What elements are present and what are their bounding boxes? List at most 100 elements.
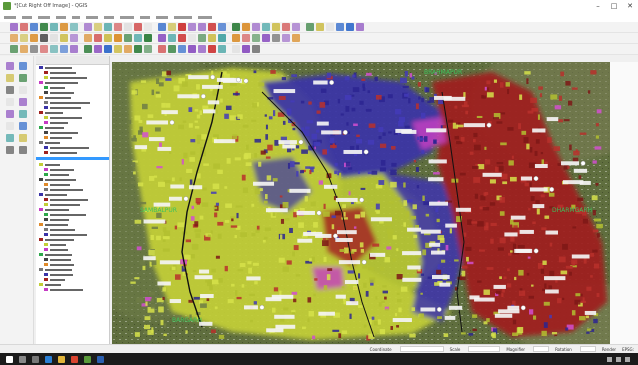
menu-item[interactable]	[198, 15, 212, 19]
scale-field[interactable]	[468, 346, 501, 352]
toolbar-button[interactable]	[40, 45, 48, 53]
toolbar-button[interactable]	[242, 23, 250, 31]
menu-item[interactable]	[104, 15, 114, 19]
toolbar-button[interactable]	[208, 34, 216, 42]
toolbar-button[interactable]	[10, 34, 18, 42]
toolbar-button[interactable]	[20, 45, 28, 53]
toolbar-button[interactable]	[70, 23, 78, 31]
left-toolbar-button[interactable]	[6, 74, 14, 82]
toolbar-button[interactable]	[198, 34, 206, 42]
toolbar-button[interactable]	[50, 34, 58, 42]
toolbar-button[interactable]	[356, 23, 364, 31]
left-toolbar-button[interactable]	[6, 86, 14, 94]
toolbar-button[interactable]	[30, 23, 38, 31]
layer-row[interactable]	[36, 287, 109, 292]
toolbar-button[interactable]	[124, 45, 132, 53]
toolbar-button[interactable]	[40, 23, 48, 31]
toolbar-button[interactable]	[232, 23, 240, 31]
toolbar-button[interactable]	[208, 23, 216, 31]
toolbar-button[interactable]	[252, 45, 260, 53]
toolbar-button[interactable]	[198, 23, 206, 31]
toolbar-button[interactable]	[158, 45, 166, 53]
toolbar-button[interactable]	[104, 23, 112, 31]
toolbar-button[interactable]	[242, 34, 250, 42]
layer-row[interactable]	[36, 150, 109, 155]
toolbar-button[interactable]	[94, 45, 102, 53]
toolbar-button[interactable]	[336, 23, 344, 31]
toolbar-button[interactable]	[252, 23, 260, 31]
toolbar-button[interactable]	[188, 34, 196, 42]
toolbar-button[interactable]	[262, 23, 270, 31]
toolbar-button[interactable]	[60, 23, 68, 31]
toolbar-button[interactable]	[306, 23, 314, 31]
left-toolbar-button[interactable]	[19, 110, 27, 118]
toolbar-button[interactable]	[30, 34, 38, 42]
toolbar-button[interactable]	[144, 45, 152, 53]
menu-item[interactable]	[156, 15, 168, 19]
toolbar-button[interactable]	[60, 45, 68, 53]
toolbar-button[interactable]	[134, 23, 142, 31]
qgis-taskbar-icon[interactable]	[84, 355, 91, 363]
crs-button[interactable]: EPSG:	[622, 347, 634, 352]
toolbar-button[interactable]	[84, 45, 92, 53]
file-explorer-icon[interactable]	[58, 355, 65, 363]
menu-item[interactable]	[22, 15, 32, 19]
toolbar-button[interactable]	[218, 23, 226, 31]
toolbar-button[interactable]	[188, 23, 196, 31]
maximize-icon[interactable]: □	[606, 0, 622, 12]
toolbar-button[interactable]	[316, 23, 324, 31]
toolbar-button[interactable]	[346, 23, 354, 31]
menu-item[interactable]	[174, 15, 192, 19]
toolbar-button[interactable]	[134, 45, 142, 53]
toolbar-button[interactable]	[292, 23, 300, 31]
toolbar-button[interactable]	[188, 45, 196, 53]
toolbar-button[interactable]	[10, 23, 18, 31]
toolbar-button[interactable]	[30, 45, 38, 53]
toolbar-button[interactable]	[168, 34, 176, 42]
toolbar-button[interactable]	[94, 34, 102, 42]
toolbar-button[interactable]	[292, 34, 300, 42]
rotation-field[interactable]	[579, 346, 596, 352]
map-canvas[interactable]: BRAHMAPUR SAMBALPUR BARGARH DHARMGARH	[112, 62, 610, 344]
toolbar-button[interactable]	[178, 23, 186, 31]
toolbar-button[interactable]	[232, 45, 240, 53]
toolbar-button[interactable]	[282, 34, 290, 42]
toolbar-button[interactable]	[70, 34, 78, 42]
toolbar-button[interactable]	[168, 23, 176, 31]
menu-item[interactable]	[38, 15, 50, 19]
left-toolbar-button[interactable]	[6, 98, 14, 106]
toolbar-button[interactable]	[178, 34, 186, 42]
left-toolbar-button[interactable]	[19, 122, 27, 130]
toolbar-button[interactable]	[84, 34, 92, 42]
toolbar-button[interactable]	[104, 34, 112, 42]
left-toolbar-button[interactable]	[19, 74, 27, 82]
task-view-icon[interactable]	[32, 355, 39, 363]
edge-icon[interactable]	[45, 355, 52, 363]
left-toolbar-button[interactable]	[19, 146, 27, 154]
volume-icon[interactable]	[625, 356, 630, 362]
toolbar-button[interactable]	[218, 34, 226, 42]
toolbar-button[interactable]	[144, 23, 152, 31]
toolbar-button[interactable]	[208, 45, 216, 53]
toolbar-button[interactable]	[20, 34, 28, 42]
toolbar-button[interactable]	[94, 23, 102, 31]
close-icon[interactable]: ✕	[622, 0, 638, 12]
toolbar-button[interactable]	[242, 45, 250, 53]
magnifier-field[interactable]	[533, 346, 550, 352]
toolbar-button[interactable]	[158, 23, 166, 31]
menu-item[interactable]	[86, 15, 98, 19]
toolbar-button[interactable]	[40, 34, 48, 42]
toolbar-button[interactable]	[168, 45, 176, 53]
wifi-icon[interactable]	[616, 356, 621, 362]
render-checkbox[interactable]: Render	[602, 347, 616, 352]
coordinate-field[interactable]	[399, 346, 444, 352]
chrome-icon[interactable]	[71, 355, 78, 363]
toolbar-button[interactable]	[178, 45, 186, 53]
menu-item[interactable]	[120, 15, 134, 19]
toolbar-button[interactable]	[144, 34, 152, 42]
left-toolbar-button[interactable]	[6, 146, 14, 154]
toolbar-button[interactable]	[124, 34, 132, 42]
left-toolbar-button[interactable]	[6, 134, 14, 142]
menu-item[interactable]	[140, 15, 150, 19]
left-toolbar-button[interactable]	[19, 98, 27, 106]
